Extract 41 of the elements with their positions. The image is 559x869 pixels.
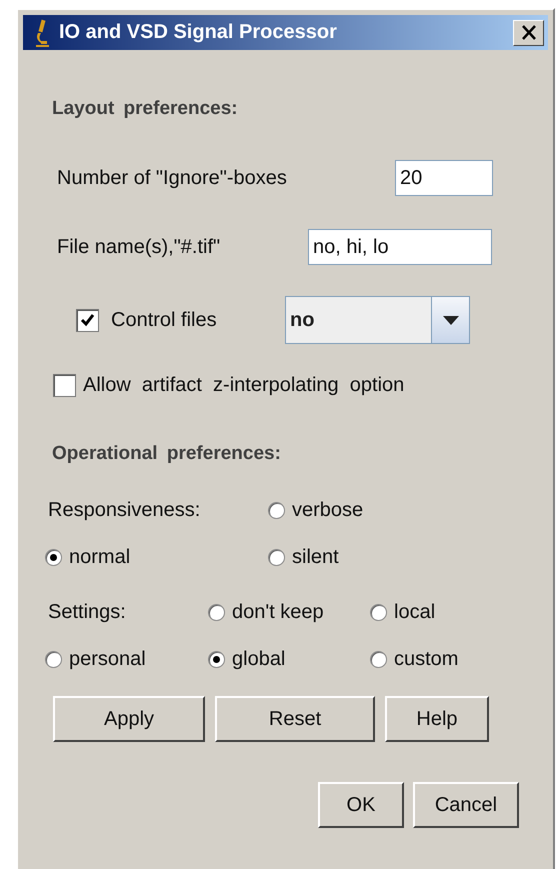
input-field[interactable]: 20: [395, 160, 493, 196]
field-label: Number of "Ignore"-boxes: [57, 166, 288, 190]
radio-label: custom: [394, 648, 458, 671]
section-heading: Operational preferences:: [52, 443, 282, 465]
checkbox[interactable]: [53, 374, 76, 397]
radio-button[interactable]: [208, 651, 225, 668]
radio-button[interactable]: [45, 651, 62, 668]
radio-button[interactable]: [208, 604, 225, 621]
caret-icon: [442, 316, 458, 324]
section-heading: Layout preferences:: [52, 98, 239, 120]
radio-button[interactable]: [45, 549, 62, 566]
action-button[interactable]: Apply: [53, 696, 205, 742]
checkbox-label: Control files: [111, 308, 217, 332]
window-title: IO and VSD Signal Processor: [59, 21, 338, 44]
field-label: File name(s),"#.tif": [57, 236, 222, 258]
group-label: Settings:: [48, 601, 127, 624]
checkmark-icon: [80, 313, 95, 327]
radio-button[interactable]: [370, 651, 387, 668]
close-button[interactable]: [513, 20, 544, 46]
microscope-icon: [33, 18, 51, 46]
radio-label: global: [232, 648, 286, 671]
dialog-button[interactable]: OK: [318, 782, 404, 828]
radio-label: silent: [292, 546, 339, 569]
close-icon: [520, 25, 536, 40]
checkbox[interactable]: [76, 308, 99, 332]
action-button[interactable]: Reset: [215, 696, 375, 742]
radio-button[interactable]: [268, 502, 285, 519]
radio-label: local: [394, 601, 436, 624]
radio-label: verbose: [292, 499, 364, 522]
radio-label: don't keep: [232, 601, 324, 624]
radio-label: personal: [69, 648, 146, 671]
dropdown-value: no: [289, 308, 316, 332]
radio-button[interactable]: [370, 604, 387, 621]
checkbox-label: Allow artifact z-interpolating option: [83, 374, 404, 397]
input-field[interactable]: no, hi, lo: [308, 229, 492, 265]
group-label: Responsiveness:: [48, 499, 202, 522]
radio-label: normal: [69, 546, 130, 569]
dropdown[interactable]: no: [285, 296, 470, 344]
dialog-button[interactable]: Cancel: [413, 782, 519, 828]
action-button[interactable]: Help: [385, 696, 489, 742]
radio-button[interactable]: [268, 549, 285, 566]
